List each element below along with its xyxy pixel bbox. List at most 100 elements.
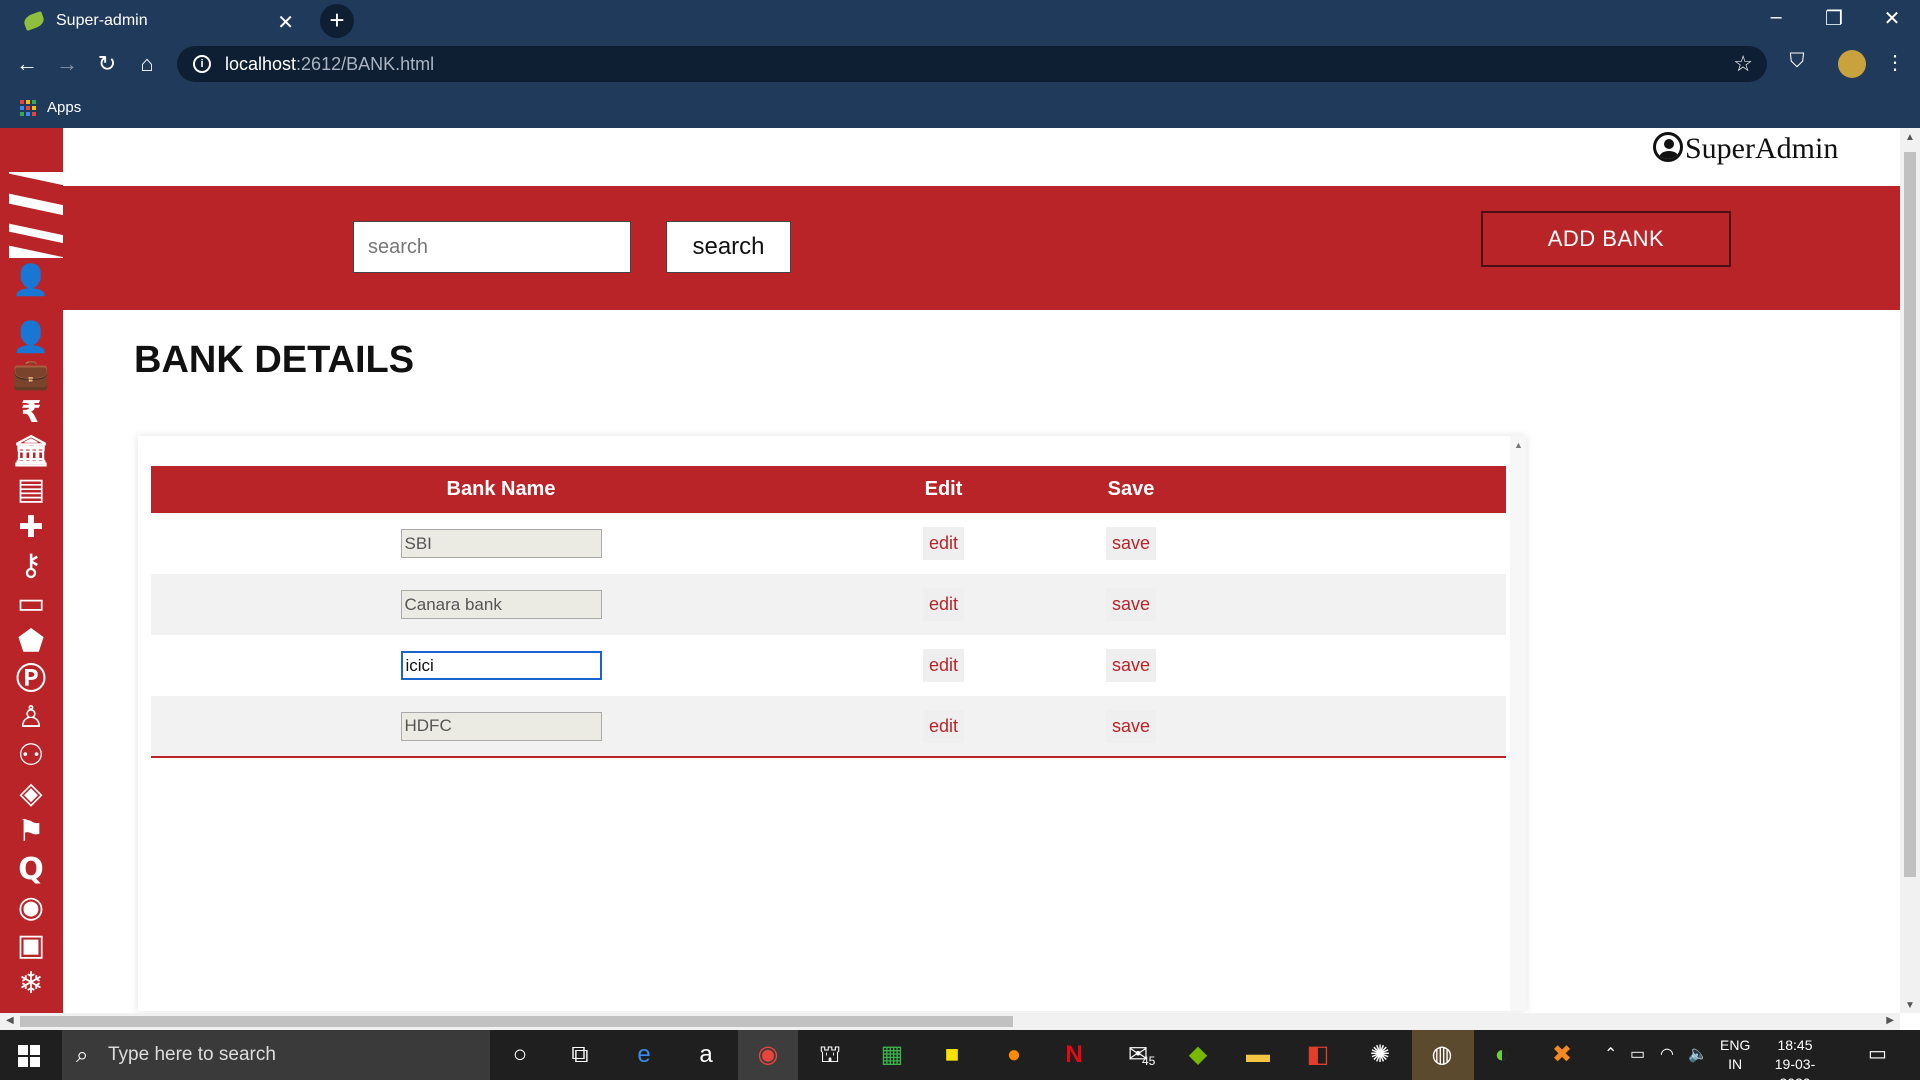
column-header-spacer (1226, 466, 1506, 513)
reload-icon[interactable]: ↻ (92, 49, 122, 79)
save-button[interactable]: save (1105, 649, 1157, 682)
vertical-scroll-thumb[interactable] (1904, 152, 1916, 877)
bank-icon[interactable]: 🏛 (8, 435, 54, 469)
tray-chevron-icon[interactable]: ⌃ (1604, 1044, 1617, 1064)
flag-icon[interactable]: ⚑ (8, 815, 54, 849)
taskbar-clock[interactable]: 18:45 19-03-2020 (1760, 1036, 1830, 1080)
bank-name-field[interactable] (400, 529, 602, 558)
money-icon[interactable]: ▣ (8, 929, 54, 963)
shield-extension-icon[interactable]: ⛉ (1782, 50, 1812, 73)
scroll-left-arrow-icon[interactable]: ◀ (6, 1015, 14, 1026)
page-vertical-scrollbar[interactable]: ▲ ▼ (1900, 128, 1920, 1013)
user-circle-icon[interactable] (1653, 132, 1683, 162)
firefox-icon[interactable]: ● (996, 1038, 1032, 1072)
spring-icon[interactable]: ◐ (1484, 1038, 1520, 1072)
horizontal-scroll-thumb[interactable] (20, 1016, 1013, 1027)
add-bank-button[interactable]: ADD BANK (1481, 211, 1731, 267)
profile-avatar[interactable] (1838, 50, 1866, 78)
leaf-favicon-icon (22, 10, 46, 31)
browser-tab[interactable]: Super-admin ✕ (10, 0, 310, 41)
bank-name-field[interactable] (400, 590, 602, 619)
search-button[interactable]: search (666, 221, 791, 273)
volume-icon[interactable]: 🔈 (1688, 1044, 1708, 1064)
netflix-icon[interactable]: N (1056, 1038, 1092, 1072)
user-name[interactable]: SuperAdmin (1685, 132, 1838, 166)
briefcase-icon[interactable]: 💼 (8, 358, 54, 392)
url-field[interactable]: i localhost:2612/BANK.html ☆ (177, 46, 1767, 82)
new-tab-button[interactable]: + (320, 4, 354, 38)
file-explorer-icon[interactable]: ▬ (1240, 1038, 1276, 1072)
scroll-up-arrow-icon[interactable]: ▲ (1905, 132, 1915, 143)
sticky-notes-icon[interactable]: ■ (934, 1038, 970, 1072)
scroll-down-arrow-icon[interactable]: ▼ (1905, 1000, 1915, 1011)
battery-icon[interactable]: ▭ (1630, 1044, 1645, 1064)
parking-icon[interactable]: Ⓟ (8, 663, 54, 697)
card-brand-icon[interactable]: ◉ (8, 891, 54, 925)
url-host: localhost (225, 53, 297, 74)
task-view-icon[interactable]: ⧉ (562, 1038, 598, 1072)
nvidia-icon[interactable]: ◆ (1180, 1038, 1216, 1072)
menu-kebab-icon[interactable]: ⋮ (1880, 50, 1910, 75)
table-header-row: Bank Name Edit Save (151, 466, 1506, 513)
person-outline-icon[interactable]: ♙ (8, 701, 54, 735)
apps-bookmark[interactable]: Apps (47, 99, 81, 116)
back-icon[interactable]: ← (12, 49, 42, 79)
table-row: edit save (151, 513, 1506, 574)
office-icon[interactable]: ◧ (1300, 1038, 1336, 1072)
snowflake-icon[interactable]: ❄ (8, 967, 54, 1001)
key-icon[interactable]: ⚷ (8, 549, 54, 583)
close-window-icon[interactable]: ✕ (1872, 6, 1912, 31)
xampp-icon[interactable]: ✖ (1544, 1038, 1580, 1072)
ticket-icon[interactable]: ◈ (8, 777, 54, 811)
bookmark-star-icon[interactable]: ☆ (1733, 51, 1753, 77)
lightbulb-icon[interactable]: ✺ (1362, 1038, 1398, 1072)
notes-app-icon[interactable]: ▦ (874, 1038, 910, 1072)
page-horizontal-scrollbar[interactable]: ◀ ▶ (0, 1013, 1900, 1030)
bank-name-field[interactable] (400, 711, 602, 741)
chrome-icon[interactable]: ◉ (750, 1038, 786, 1072)
q-icon[interactable]: Q (8, 853, 54, 887)
save-button[interactable]: save (1105, 709, 1157, 743)
edit-button[interactable]: edit (922, 649, 965, 682)
amazon-icon[interactable]: a (688, 1038, 724, 1072)
search-input[interactable] (353, 221, 631, 273)
store-icon[interactable]: ⛫ (812, 1038, 848, 1072)
edit-button[interactable]: edit (922, 527, 965, 560)
notifications-icon[interactable]: ▭ (1868, 1041, 1887, 1066)
user-plus-icon[interactable]: 👤 (8, 321, 54, 355)
tab-title: Super-admin (56, 11, 148, 29)
bank-name-field[interactable] (400, 651, 602, 680)
taskbar-search-box[interactable]: ⌕ Type here to search (62, 1030, 490, 1080)
user-icon[interactable]: 👤 (8, 264, 54, 298)
apps-grid-icon[interactable] (20, 100, 36, 116)
wifi-icon[interactable]: ◠ (1660, 1044, 1674, 1064)
rupee-icon[interactable]: ₹ (8, 396, 54, 430)
language-indicator[interactable]: ENG IN (1720, 1036, 1750, 1074)
table-row: edit save (151, 696, 1506, 758)
home-icon[interactable]: ⌂ (132, 49, 162, 79)
edit-button[interactable]: edit (922, 709, 965, 743)
windows-start-icon[interactable] (18, 1045, 40, 1067)
book-icon[interactable]: ▤ (8, 473, 54, 507)
users-icon[interactable]: ⚇ (8, 739, 54, 773)
restore-icon[interactable]: ❐ (1814, 6, 1854, 31)
edge-icon[interactable]: e (626, 1038, 662, 1072)
edit-button[interactable]: edit (922, 588, 965, 621)
forward-icon[interactable]: → (52, 49, 82, 79)
search-icon: ⌕ (76, 1042, 89, 1067)
tab-close-icon[interactable]: ✕ (277, 10, 294, 35)
scroll-right-arrow-icon[interactable]: ▶ (1886, 1015, 1894, 1026)
tags-icon[interactable]: ⬟ (8, 625, 54, 659)
save-button[interactable]: save (1105, 588, 1157, 621)
credit-card-icon[interactable]: ▭ (8, 587, 54, 621)
table-scrollbar[interactable]: ▲ (1510, 436, 1526, 1011)
page-title: BANK DETAILS (134, 339, 415, 381)
scroll-up-arrow-icon[interactable]: ▲ (1514, 440, 1523, 450)
column-header-save: Save (1036, 466, 1226, 513)
cortana-icon[interactable]: ○ (502, 1038, 538, 1072)
minimize-icon[interactable]: – (1756, 6, 1796, 29)
plus-square-icon[interactable]: ✚ (8, 511, 54, 545)
save-button[interactable]: save (1105, 527, 1157, 560)
chrome-profile-icon[interactable]: ◍ (1424, 1038, 1460, 1072)
site-info-icon[interactable]: i (193, 55, 211, 73)
